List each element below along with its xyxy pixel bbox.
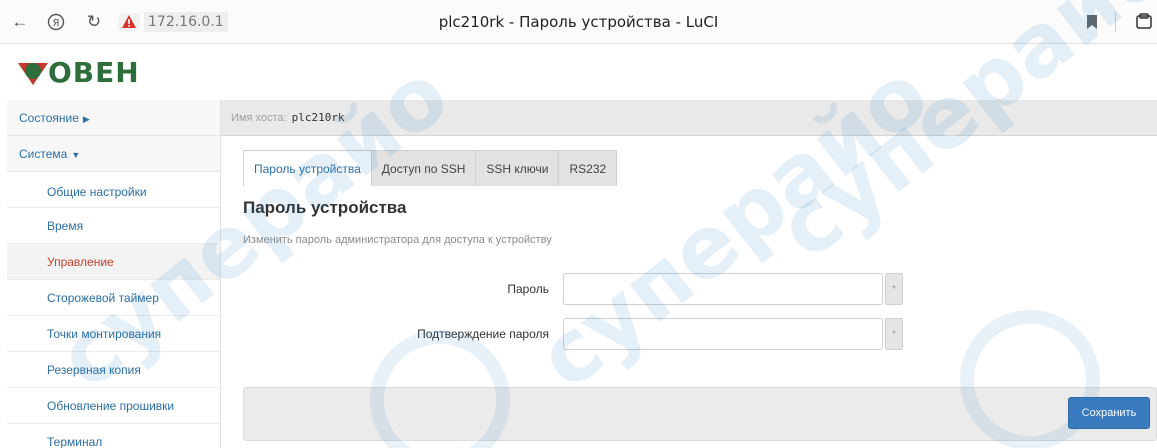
section-description: Изменить пароль администратора для досту… bbox=[243, 234, 552, 246]
sidebar-item-backup[interactable]: Резервная копия bbox=[7, 352, 220, 388]
actions-bar bbox=[243, 387, 1157, 441]
browser-toolbar: ← Я ↻ 172.16.0.1 bbox=[0, 0, 1157, 44]
back-arrow-icon[interactable]: ← bbox=[6, 8, 34, 36]
confirm-password-row: Подтверждение пароля * bbox=[243, 317, 943, 351]
logo-text: ОВЕН bbox=[48, 56, 140, 89]
reveal-password-button[interactable]: * bbox=[885, 273, 903, 305]
save-button[interactable]: Сохранить bbox=[1068, 397, 1150, 429]
sidebar-section-label: Состояние bbox=[19, 111, 79, 125]
sidebar: Состояние ▶ Система ▼ Общие настройки Врем… bbox=[7, 100, 221, 448]
svg-text:Я: Я bbox=[53, 18, 60, 29]
tab-bar: Пароль устройства Доступ по SSH SSH ключ… bbox=[243, 150, 618, 186]
tab-icon[interactable] bbox=[1130, 8, 1157, 36]
logo-mark-icon bbox=[18, 63, 48, 85]
hostname-value: plc210rk bbox=[291, 111, 345, 124]
sidebar-item-terminal[interactable]: Терминал bbox=[7, 424, 220, 448]
sidebar-item-mount-points[interactable]: Точки монтирования bbox=[7, 316, 220, 352]
sidebar-item-general[interactable]: Общие настройки bbox=[7, 172, 220, 208]
caret-down-icon: ▼ bbox=[71, 150, 81, 160]
reveal-confirm-password-button[interactable]: * bbox=[885, 318, 903, 350]
sidebar-section-system[interactable]: Система ▼ bbox=[7, 136, 220, 172]
hostname-label: Имя хоста: bbox=[231, 111, 287, 124]
yandex-icon[interactable]: Я bbox=[42, 8, 70, 36]
tab-ssh-access[interactable]: Доступ по SSH bbox=[370, 150, 477, 186]
url-field[interactable]: 172.16.0.1 bbox=[144, 11, 228, 32]
logo[interactable]: ОВЕН bbox=[18, 59, 140, 87]
sidebar-item-administration[interactable]: Управление bbox=[7, 244, 220, 280]
logo-header: ОВЕН bbox=[0, 44, 1157, 99]
password-label: Пароль bbox=[507, 282, 549, 296]
caret-right-icon: ▶ bbox=[82, 114, 90, 124]
sidebar-item-firmware-update[interactable]: Обновление прошивки bbox=[7, 388, 220, 424]
tab-device-password[interactable]: Пароль устройства bbox=[243, 150, 372, 186]
toolbar-divider bbox=[1115, 12, 1116, 32]
tab-ssh-keys[interactable]: SSH ключи bbox=[475, 150, 560, 186]
confirm-password-label: Подтверждение пароля bbox=[417, 327, 549, 341]
warning-triangle-icon[interactable] bbox=[118, 12, 140, 31]
tab-rs232[interactable]: RS232 bbox=[558, 150, 618, 186]
confirm-password-field[interactable] bbox=[563, 318, 883, 350]
hostname-bar: Имя хоста: plc210rk bbox=[221, 100, 1157, 136]
password-field[interactable] bbox=[563, 273, 883, 305]
sidebar-section-label: Система bbox=[19, 147, 68, 161]
sidebar-section-status[interactable]: Состояние ▶ bbox=[7, 100, 220, 136]
reload-icon[interactable]: ↻ bbox=[80, 8, 108, 36]
sidebar-item-time[interactable]: Время bbox=[7, 208, 220, 244]
bookmark-icon[interactable] bbox=[1080, 10, 1104, 34]
sidebar-item-watchdog[interactable]: Сторожевой таймер bbox=[7, 280, 220, 316]
password-row: Пароль * bbox=[243, 272, 943, 306]
section-title: Пароль устройства bbox=[243, 198, 407, 217]
